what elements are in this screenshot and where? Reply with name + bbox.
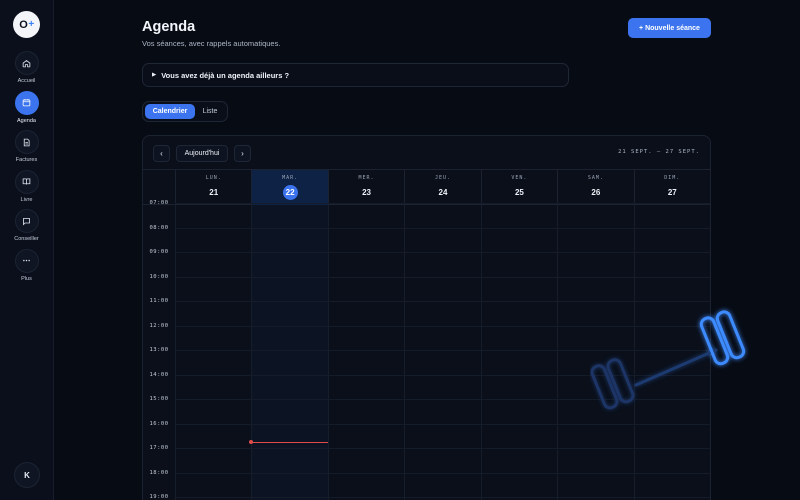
hour-label: 11:00 [149, 298, 169, 304]
day-of-week: JEU. [434, 175, 452, 181]
day-of-week: SAM. [587, 175, 604, 181]
hour-line [175, 252, 710, 253]
sidebar-item-label: Livre [20, 196, 33, 203]
hour-label: 12:00 [149, 322, 169, 329]
day-header-27[interactable]: DIM. 27 [633, 170, 710, 205]
day-header-21[interactable]: LUN. 21 [175, 170, 251, 205]
hour-line [175, 497, 710, 498]
hour-label: 18:00 [149, 469, 169, 476]
hour-line [175, 448, 710, 449]
hour-label: 09:00 [149, 249, 169, 255]
day-header-23[interactable]: MER. 23 [327, 170, 404, 205]
tab-calendar[interactable]: Calendrier [145, 104, 195, 119]
sidebar-item-label: Plus [21, 275, 32, 282]
next-week-button[interactable]: › [234, 145, 251, 162]
today-button[interactable]: Aujourd'hui [176, 145, 228, 162]
day-divider [633, 205, 635, 500]
day-divider [251, 205, 253, 500]
day-divider [710, 205, 711, 500]
hour-label: 16:00 [149, 420, 169, 427]
day-number: 23 [362, 188, 371, 197]
day-divider [327, 205, 329, 500]
app-logo[interactable]: O + [13, 11, 40, 38]
hour-line [175, 423, 710, 425]
date-range: 21 SEPT. – 27 SEPT. [618, 149, 700, 155]
disclosure-summary: Vous avez déjà un agenda ailleurs ? [161, 70, 290, 80]
sidebar-item-factures[interactable]: Factures [0, 130, 54, 170]
day-number: 26 [591, 188, 601, 197]
sidebar-item-agenda[interactable]: Agenda [0, 90, 54, 131]
book-icon [14, 169, 39, 194]
sidebar-item-plus[interactable]: Plus [0, 248, 54, 289]
home-icon [14, 51, 39, 75]
hour-label: 14:00 [149, 371, 169, 378]
sidebar-item-label: Factures [15, 157, 38, 163]
today-column [251, 205, 328, 500]
more-icon [14, 248, 39, 273]
hour-label: 13:00 [149, 347, 169, 353]
page-subtitle: Vos séances, avec rappels automatiques. [142, 39, 281, 48]
hour-label: 08:00 [149, 224, 169, 231]
hour-line [175, 203, 710, 204]
day-header-25[interactable]: VEN. 25 [480, 170, 557, 205]
hour-line [175, 227, 710, 229]
hour-label: 07:00 [149, 200, 169, 206]
day-header-row: LUN. 21 MAR. 22 MER. 23 JEU. 24 VEN. 25 SAM. 26 DIM.… [143, 169, 710, 205]
sidebar-item-livre[interactable]: Livre [0, 169, 54, 210]
time-grid[interactable]: 07:00 08:00 09:00 10:00 11:00 12:00 13:00 14:00… [143, 200, 711, 500]
calendar-toolbar: ‹ Aujourd'hui › 21 SEPT. – 27 SEPT. [143, 136, 710, 170]
hour-line [175, 325, 710, 327]
hour-line [175, 350, 710, 351]
hour-line [175, 399, 710, 400]
hour-line [175, 276, 710, 278]
avatar[interactable]: K [14, 462, 40, 488]
day-number: 25 [514, 188, 524, 197]
day-of-week: MAR. [282, 175, 299, 181]
chat-icon [14, 209, 39, 233]
day-header-22[interactable]: MAR. 22 [251, 170, 328, 205]
day-divider [480, 205, 482, 500]
page-title: Agenda [142, 19, 196, 35]
prev-week-button[interactable]: ‹ [153, 145, 170, 162]
sidebar-item-label: Agenda [17, 117, 36, 124]
sidebar-item-label: Conseiller [14, 236, 39, 242]
day-divider [404, 205, 406, 500]
day-number: 27 [667, 188, 677, 197]
current-time-line [251, 441, 328, 443]
logo-plus: + [28, 19, 34, 30]
invoice-icon [14, 130, 39, 154]
day-number: 22 [282, 185, 298, 200]
calendar-icon [14, 90, 39, 115]
day-of-week: DIM. [664, 175, 681, 181]
day-divider [175, 205, 176, 500]
hour-label: 15:00 [149, 396, 169, 402]
day-of-week: VEN. [511, 175, 528, 181]
day-header-26[interactable]: SAM. 26 [557, 170, 633, 205]
external-agenda-disclosure[interactable]: ▶ Vous avez déjà un agenda ailleurs ? [142, 63, 569, 87]
hour-label: 17:00 [149, 445, 169, 451]
sidebar-nav: Accueil Agenda Factures Livre Conseiller Plus [0, 51, 54, 288]
disclosure-triangle-icon: ▶ [152, 72, 157, 78]
view-toggle: Calendrier Liste [142, 101, 228, 122]
day-number: 21 [209, 188, 219, 197]
tab-list[interactable]: Liste [195, 104, 225, 119]
sidebar-item-conseiller[interactable]: Conseiller [0, 209, 54, 249]
day-divider [557, 205, 559, 500]
logo-text: O [19, 18, 28, 31]
hour-label: 10:00 [149, 273, 169, 280]
sidebar-item-label: Accueil [17, 78, 36, 84]
new-session-button[interactable]: + Nouvelle séance [628, 18, 711, 38]
hour-line [175, 301, 710, 302]
day-header-24[interactable]: JEU. 24 [404, 170, 480, 205]
week-calendar: ‹ Aujourd'hui › 21 SEPT. – 27 SEPT. LUN.… [142, 135, 711, 500]
sidebar-item-accueil[interactable]: Accueil [0, 51, 54, 91]
day-of-week: MER. [358, 175, 375, 181]
sidebar: O + Accueil Agenda Factures Livre Conseiller P… [0, 0, 54, 500]
hour-line [175, 472, 710, 474]
day-of-week: LUN. [205, 175, 222, 181]
hour-label: 19:00 [149, 494, 169, 500]
day-number: 24 [438, 188, 448, 197]
hour-line [175, 374, 710, 376]
